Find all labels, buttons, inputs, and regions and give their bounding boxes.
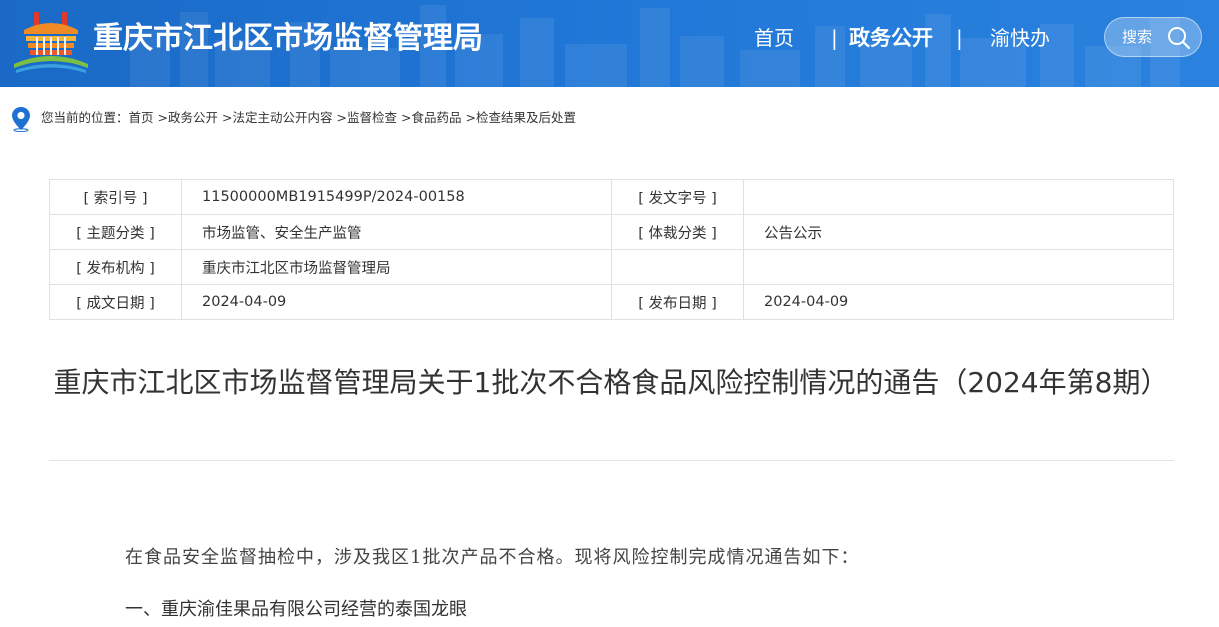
breadcrumb-separator: >	[222, 110, 233, 125]
meta-value-genre: 公告公示	[743, 214, 1174, 250]
meta-value-written-date: 2024-04-09	[181, 284, 612, 320]
meta-value-doc-number	[743, 179, 1174, 215]
nav-yu-kuai-ban[interactable]: 渝快办	[990, 23, 1050, 53]
meta-value-empty	[743, 249, 1174, 285]
breadcrumb-item-home[interactable]: 首页	[129, 110, 154, 125]
meta-label-genre: [ 体裁分类 ]	[611, 214, 744, 250]
breadcrumb-separator: >	[400, 110, 412, 125]
meta-value-index: 11500000MB1915499P/2024-00158	[181, 179, 612, 215]
breadcrumb-prefix: 您当前的位置：	[41, 110, 129, 125]
nav-home[interactable]: 首页	[754, 23, 794, 53]
breadcrumb-separator: >	[157, 110, 168, 125]
document-meta-table: [ 索引号 ] 11500000MB1915499P/2024-00158 [ …	[49, 179, 1174, 320]
nav-separator: |	[956, 26, 963, 50]
table-row: [ 发布机构 ] 重庆市江北区市场监督管理局	[49, 249, 1174, 285]
table-row: [ 成文日期 ] 2024-04-09 [ 发布日期 ] 2024-04-09	[49, 284, 1174, 320]
breadcrumb-item-inspection-results[interactable]: 检查结果及后处置	[476, 110, 576, 125]
document-title: 重庆市江北区市场监督管理局关于1批次不合格食品风险控制情况的通告（2024年第8…	[53, 366, 1169, 399]
breadcrumb-item-supervision[interactable]: 监督检查	[347, 110, 397, 125]
nav-gov-open[interactable]: 政务公开	[849, 23, 933, 53]
site-header: 重庆市江北区市场监督管理局 首页 | 政务公开 | 渝快办 搜索	[0, 0, 1219, 87]
nav-separator: |	[831, 26, 838, 50]
document-intro-paragraph: 在食品安全监督抽检中，涉及我区1批次产品不合格。现将风险控制完成情况通告如下：	[125, 547, 860, 568]
breadcrumb-item-food-drug[interactable]: 食品药品	[411, 110, 461, 125]
section-heading: 一、重庆渝佳果品有限公司经营的泰国龙眼	[125, 599, 467, 620]
meta-label-written-date: [ 成文日期 ]	[49, 284, 182, 320]
meta-label-topic: [ 主题分类 ]	[49, 214, 182, 250]
meta-value-publish-date: 2024-04-09	[743, 284, 1174, 320]
meta-value-publisher: 重庆市江北区市场监督管理局	[181, 249, 612, 285]
table-row: [ 索引号 ] 11500000MB1915499P/2024-00158 [ …	[49, 179, 1174, 215]
search-label: 搜索	[1122, 28, 1153, 46]
bureau-emblem-logo	[14, 12, 88, 73]
breadcrumb: 您当前的位置：首页 >政务公开 >法定主动公开内容 >监督检查 >食品药品 >检…	[10, 104, 910, 132]
meta-value-topic: 市场监管、安全生产监管	[181, 214, 612, 250]
meta-label-publisher: [ 发布机构 ]	[49, 249, 182, 285]
meta-label-doc-number: [ 发文字号 ]	[611, 179, 744, 215]
breadcrumb-item-gov-open[interactable]: 政务公开	[168, 110, 218, 125]
breadcrumb-separator: >	[465, 110, 476, 125]
title-divider	[49, 460, 1174, 461]
meta-label-index: [ 索引号 ]	[49, 179, 182, 215]
meta-label-empty	[611, 249, 744, 285]
search-button[interactable]: 搜索	[1104, 17, 1202, 57]
location-pin-icon	[12, 107, 30, 132]
site-title[interactable]: 重庆市江北区市场监督管理局	[93, 19, 483, 59]
breadcrumb-item-legal-disclosure[interactable]: 法定主动公开内容	[232, 110, 332, 125]
meta-label-publish-date: [ 发布日期 ]	[611, 284, 744, 320]
breadcrumb-separator: >	[336, 110, 347, 125]
table-row: [ 主题分类 ] 市场监管、安全生产监管 [ 体裁分类 ] 公告公示	[49, 214, 1174, 250]
search-icon	[1168, 27, 1191, 50]
